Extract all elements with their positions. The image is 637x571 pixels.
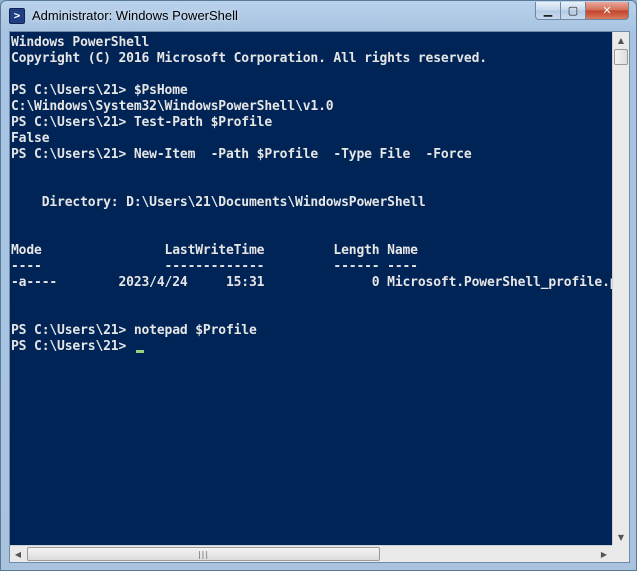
vertical-scrollbar[interactable]: ▲ ▼ (612, 32, 629, 545)
text-cursor (135, 350, 144, 353)
console-line: C:\Windows\System32\WindowsPowerShell\v1… (11, 99, 334, 114)
scroll-down-icon[interactable]: ▼ (613, 529, 629, 545)
console-line: Mode LastWriteTime Length Name (11, 243, 418, 258)
console-client-area: Windows PowerShell Copyright (C) 2016 Mic… (9, 31, 630, 563)
window-title: Administrator: Windows PowerShell (32, 8, 238, 23)
console-line: PS C:\Users\21> New-Item -Path $Profile … (11, 147, 472, 162)
console-output[interactable]: Windows PowerShell Copyright (C) 2016 Mic… (10, 32, 612, 545)
console-line: Directory: D:\Users\21\Documents\Windows… (11, 195, 426, 210)
console-line: Windows PowerShell (11, 35, 150, 50)
horizontal-scrollbar[interactable]: ◀ ||| ▶ (10, 545, 612, 562)
maximize-icon: ▢ (567, 4, 579, 17)
title-bar[interactable]: > Administrator: Windows PowerShell ▁ ▢ … (1, 1, 636, 31)
powershell-icon[interactable]: > (9, 8, 25, 24)
minimize-button[interactable]: ▁ (535, 2, 561, 20)
console-line: False (11, 131, 50, 146)
console-line: ---- ------------- ------ ---- (11, 259, 418, 274)
console-line: PS C:\Users\21> (11, 339, 144, 355)
scrollbar-corner (612, 545, 629, 562)
window-controls: ▁ ▢ ✕ (535, 2, 629, 20)
close-button[interactable]: ✕ (586, 2, 629, 20)
scroll-left-icon[interactable]: ◀ (10, 546, 26, 562)
horizontal-scroll-thumb[interactable]: ||| (27, 547, 380, 561)
console-line: PS C:\Users\21> notepad $Profile (11, 323, 257, 338)
maximize-button[interactable]: ▢ (561, 2, 586, 20)
minimize-icon: ▁ (543, 4, 553, 17)
vertical-scroll-thumb[interactable] (614, 49, 628, 65)
console-line: PS C:\Users\21> Test-Path $Profile (11, 115, 273, 130)
console-line: PS C:\Users\21> $PsHome (11, 83, 188, 98)
console-line: Copyright (C) 2016 Microsoft Corporation… (11, 51, 487, 66)
grip-icon: ||| (197, 549, 210, 559)
scroll-right-icon[interactable]: ▶ (596, 546, 612, 562)
powershell-window: > Administrator: Windows PowerShell ▁ ▢ … (0, 0, 637, 571)
console-line: -a---- 2023/4/24 15:31 0 Microsoft.Power… (11, 275, 612, 290)
close-icon: ✕ (602, 4, 612, 17)
scroll-up-icon[interactable]: ▲ (613, 32, 629, 48)
